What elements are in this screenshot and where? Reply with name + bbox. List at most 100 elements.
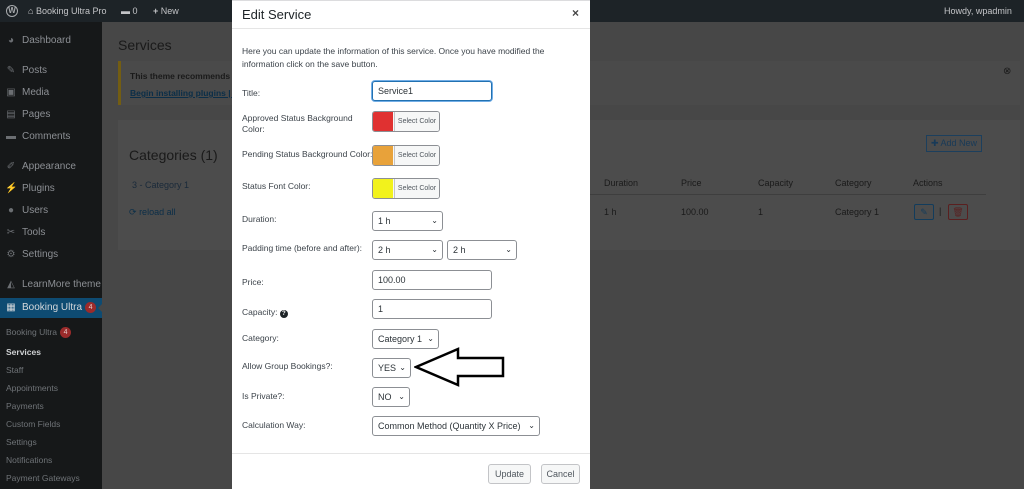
comments-link[interactable]: ▬ 0 <box>121 0 138 22</box>
category-list-item[interactable]: 3 - Category 1 <box>132 180 189 190</box>
padding-before-select[interactable]: 2 h ⌄ <box>372 240 443 260</box>
submenu-staff[interactable]: Staff <box>6 363 23 377</box>
cancel-button[interactable]: Cancel <box>541 464 580 484</box>
submenu-settings[interactable]: Settings <box>6 435 37 449</box>
submenu-appointments[interactable]: Appointments <box>6 381 58 395</box>
chevron-down-icon: ⌄ <box>505 245 512 254</box>
category-label: Category: <box>242 333 279 343</box>
pin-icon: ✎ <box>6 65 16 76</box>
sidebar-item-plugins[interactable]: ⚡ Plugins <box>0 179 102 199</box>
sidebar-item-learnmore[interactable]: ◭ LearnMore theme <box>0 275 102 295</box>
sidebar-item-posts[interactable]: ✎ Posts <box>0 61 102 81</box>
color-swatch <box>373 146 393 165</box>
update-button[interactable]: Update <box>488 464 531 484</box>
submenu-payments[interactable]: Payments <box>6 399 44 413</box>
approved-color-picker[interactable]: Select Color <box>372 111 440 132</box>
sidebar-item-media[interactable]: ▣ Media <box>0 83 102 103</box>
user-icon: ● <box>7 205 15 216</box>
pending-color-label: Pending Status Background Color: <box>242 149 373 159</box>
pages-icon: ▤ <box>6 109 16 120</box>
site-name-link[interactable]: ⌂ Booking Ultra Pro <box>28 0 107 22</box>
private-select[interactable]: NO ⌄ <box>372 387 410 407</box>
dialog-title: Edit Service <box>242 7 312 22</box>
chevron-down-icon: ⌄ <box>398 392 405 401</box>
notice-link[interactable]: Begin installing plugins | D <box>130 88 239 98</box>
annotation-arrow-icon <box>414 347 505 387</box>
group-bookings-select[interactable]: YES ⌄ <box>372 358 411 378</box>
dismiss-icon[interactable]: ⊗ <box>1003 66 1011 77</box>
wordpress-logo-icon[interactable]: W <box>6 0 18 22</box>
refresh-icon: ⟳ <box>129 207 137 217</box>
chevron-down-icon: ⌄ <box>399 363 406 372</box>
column-category: Category <box>835 178 872 188</box>
active-indicator <box>98 303 103 313</box>
sidebar-item-settings[interactable]: ⚙ Settings <box>0 245 102 265</box>
chevron-down-icon: ⌄ <box>528 421 535 430</box>
table-cell: 1 h <box>604 207 617 217</box>
dashboard-icon: ◕ <box>7 35 15 46</box>
submenu-notifications[interactable]: Notifications <box>6 453 52 467</box>
submenu-services[interactable]: Services <box>6 345 41 359</box>
submenu-booking-ultra[interactable]: Booking Ultra 4 <box>6 325 72 339</box>
reload-all-link[interactable]: ⟳ reload all <box>129 207 176 218</box>
sidebar-item-users[interactable]: ● Users <box>0 201 102 221</box>
divider <box>232 453 590 454</box>
sidebar-item-label: Booking Ultra <box>22 302 83 313</box>
howdy-user-link[interactable]: Howdy, wpadmin <box>944 0 1012 22</box>
capacity-label: Capacity: ? <box>242 307 288 318</box>
sidebar-item-booking-ultra[interactable]: ▦ Booking Ultra 4 <box>0 298 103 318</box>
categories-title: Categories (1) <box>129 147 218 163</box>
price-input[interactable] <box>372 270 492 290</box>
select-color-button[interactable]: Select Color <box>394 179 439 198</box>
page-title: Services <box>118 37 172 53</box>
sidebar-item-appearance[interactable]: ✐ Appearance <box>0 157 102 177</box>
duration-label: Duration: <box>242 214 277 224</box>
column-actions: Actions <box>913 178 943 188</box>
add-new-button[interactable]: ✚ Add New <box>926 135 982 152</box>
submenu-payment-gateways[interactable]: Payment Gateways <box>6 471 80 485</box>
category-select[interactable]: Category 1 ⌄ <box>372 329 439 349</box>
select-color-button[interactable]: Select Color <box>394 146 439 165</box>
help-icon[interactable]: ? <box>279 310 288 318</box>
chevron-down-icon: ⌄ <box>431 245 438 254</box>
sidebar-item-comments[interactable]: ▬ Comments <box>0 127 102 147</box>
table-cell: 100.00 <box>681 207 709 217</box>
comment-bubble-icon: ▬ <box>121 6 130 16</box>
font-color-picker[interactable]: Select Color <box>372 178 440 199</box>
sidebar-item-dashboard[interactable]: ◕ Dashboard <box>0 31 102 51</box>
calculation-select[interactable]: Common Method (Quantity X Price) ⌄ <box>372 416 540 436</box>
pending-color-picker[interactable]: Select Color <box>372 145 440 166</box>
calculation-label: Calculation Way: <box>242 420 306 430</box>
graduation-icon: ◭ <box>7 279 15 290</box>
close-icon[interactable]: × <box>572 6 579 20</box>
sidebar-item-pages[interactable]: ▤ Pages <box>0 105 102 125</box>
dialog-description: Here you can update the information of t… <box>242 46 545 69</box>
separator: | <box>939 206 942 216</box>
duration-select[interactable]: 1 h ⌄ <box>372 211 443 231</box>
plugin-icon: ⚡ <box>5 183 18 194</box>
chevron-down-icon: ⌄ <box>427 334 434 343</box>
padding-after-select[interactable]: 2 h ⌄ <box>447 240 517 260</box>
submenu-custom-fields[interactable]: Custom Fields <box>6 417 60 431</box>
approved-color-label: Approved Status Background Color: <box>242 113 353 134</box>
comment-icon: ▬ <box>6 131 16 142</box>
table-cell: 1 <box>758 207 764 217</box>
plus-icon: + <box>153 6 159 16</box>
trash-icon[interactable]: 🗑 <box>948 204 968 220</box>
admin-sidebar: ◕ Dashboard ✎ Posts ▣ Media ▤ Pages ▬ Comment… <box>0 22 103 489</box>
capacity-input[interactable] <box>372 299 492 319</box>
new-content-link[interactable]: + New <box>153 0 179 22</box>
wrench-icon: ✂ <box>6 227 16 238</box>
brush-icon: ✐ <box>6 161 16 172</box>
padding-label: Padding time (before and after): <box>242 243 363 253</box>
home-icon: ⌂ <box>28 6 34 16</box>
column-duration: Duration <box>604 178 639 188</box>
select-color-button[interactable]: Select Color <box>394 112 439 131</box>
sidebar-item-tools[interactable]: ✂ Tools <box>0 223 102 243</box>
settings-icon: ⚙ <box>6 249 16 260</box>
edit-service-dialog: Edit Service × Here you can update the i… <box>232 0 590 489</box>
edit-icon[interactable]: ✎ <box>914 204 934 220</box>
font-color-label: Status Font Color: <box>242 181 311 191</box>
title-input[interactable] <box>372 81 492 101</box>
calendar-icon: ▦ <box>6 302 16 313</box>
